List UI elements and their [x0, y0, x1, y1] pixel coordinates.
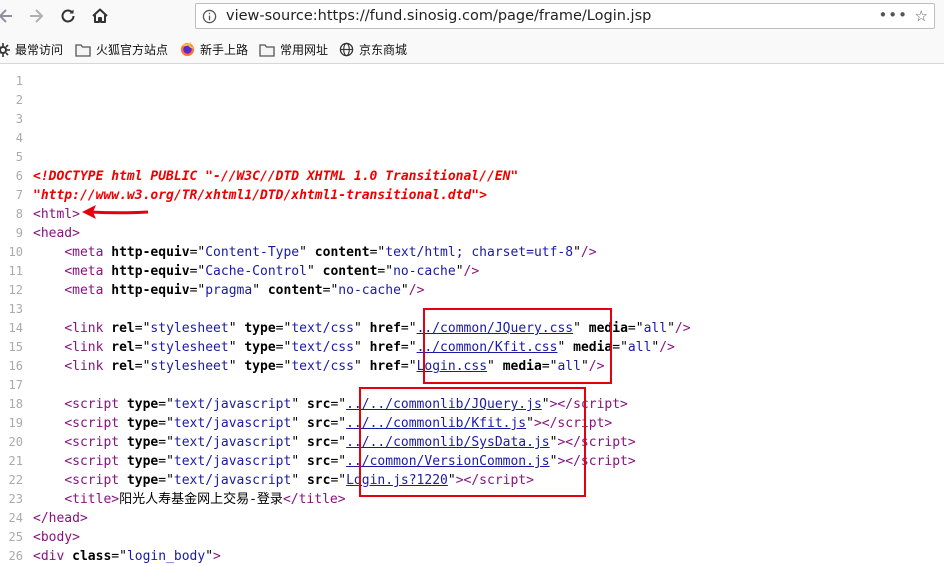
line-number: 21 — [8, 454, 23, 468]
bookmark-label: 京东商城 — [359, 43, 408, 57]
head-close-tag: </head> — [33, 511, 88, 526]
attr-value: Content-Type — [205, 245, 300, 260]
line-number: 12 — [8, 283, 23, 297]
bookmark-label: 常用网址 — [280, 43, 329, 57]
bookmark-firefox-site[interactable]: 火狐官方站点 — [75, 41, 168, 58]
line-number: 15 — [8, 340, 23, 354]
line-number: 1 — [15, 74, 23, 88]
attr-value: stylesheet — [150, 321, 229, 336]
attr-value: text/css — [291, 321, 354, 336]
line-number: 19 — [8, 416, 23, 430]
attr-value: no-cache — [338, 283, 401, 298]
line-number: 22 — [8, 473, 23, 487]
attr-value: text/javascript — [173, 435, 292, 450]
attr-value: pragma — [205, 283, 253, 298]
line-number: 13 — [8, 302, 23, 316]
doctype-text: <!DOCTYPE html PUBLIC "-//W3C//DTD XHTML… — [33, 169, 519, 184]
line-number: 11 — [8, 264, 23, 278]
bookmark-star-icon[interactable]: ☆ — [915, 7, 928, 25]
folder-icon — [75, 43, 91, 57]
forward-arrow-icon — [30, 9, 44, 23]
forward-button[interactable] — [24, 4, 48, 28]
source-line: 23 <title>阳光人寿基金网上交易-登录</title> — [0, 490, 346, 509]
home-icon — [92, 8, 108, 23]
line-number: 16 — [8, 359, 23, 373]
source-line: 8 <html> — [0, 205, 80, 224]
line-number: 4 — [15, 131, 23, 145]
line-number: 8 — [15, 207, 23, 221]
line-number: 2 — [15, 93, 23, 107]
attr-value: text/css — [291, 359, 354, 374]
attr-value: text/javascript — [173, 397, 292, 412]
line-number: 6 — [15, 169, 23, 183]
attr-value: all — [643, 321, 668, 336]
title-text: 阳光人寿基金网上交易-登录 — [119, 492, 283, 507]
attr-value: stylesheet — [150, 359, 229, 374]
doctype-text: "http://www.w3.org/TR/xhtml1/DTD/xhtml1-… — [33, 188, 487, 203]
firefox-icon — [180, 42, 195, 57]
bookmark-jd[interactable]: 京东商城 — [339, 41, 407, 58]
line-number: 5 — [15, 150, 23, 164]
bookmark-label: 火狐官方站点 — [96, 43, 169, 57]
browser-toolbar: view-source:https://fund.sinosig.com/pag… — [0, 0, 944, 34]
source-line: 11 <meta http-equiv="Cache-Control" cont… — [0, 262, 480, 281]
line-number: 24 — [8, 511, 23, 525]
attr-value: Cache-Control — [205, 264, 307, 279]
line-number: 26 — [8, 549, 23, 563]
reload-icon — [61, 9, 75, 23]
source-line: 24 </head> — [0, 509, 88, 528]
attr-value: no-cache — [393, 264, 456, 279]
bookmarks-toolbar: 最常访问 火狐官方站点 新手上路 常用网址 京东商城 — [0, 34, 944, 64]
attr-value: all — [627, 340, 652, 355]
attr-value: text/html; charset=utf-8 — [385, 245, 574, 260]
source-line: 26 <div class="login_body"> — [0, 547, 221, 566]
page-actions-icon[interactable]: ••• — [878, 6, 908, 24]
attr-value: text/javascript — [173, 416, 292, 431]
line-number: 14 — [8, 321, 23, 335]
attr-value: login_body — [126, 549, 206, 564]
bookmark-most-visited[interactable]: 最常访问 — [0, 41, 63, 58]
source-line: 25 <body> — [0, 528, 80, 547]
gear-icon — [0, 42, 10, 57]
source-line: 7 "http://www.w3.org/TR/xhtml1/DTD/xhtml1… — [0, 186, 487, 205]
attr-value: text/css — [291, 340, 354, 355]
annotation-arrow-icon — [82, 205, 149, 219]
reload-button[interactable] — [56, 4, 80, 28]
url-text[interactable]: view-source:https://fund.sinosig.com/pag… — [226, 8, 651, 24]
attr-value: stylesheet — [150, 340, 229, 355]
home-button[interactable] — [88, 4, 112, 28]
line-number: 18 — [8, 397, 23, 411]
source-line: 10 <meta http-equiv="Content-Type" conte… — [0, 243, 597, 262]
line-number: 7 — [15, 188, 23, 202]
head-tag: <head> — [33, 226, 80, 241]
line-number: 25 — [8, 530, 23, 544]
bookmark-common-sites[interactable]: 常用网址 — [259, 41, 328, 58]
line-number: 23 — [8, 492, 23, 506]
source-view: 1 2 3 4 5 6 <!DOCTYPE html PUBLIC "-//W3C… — [0, 64, 944, 564]
body-tag: <body> — [33, 530, 80, 545]
line-number: 3 — [15, 112, 23, 126]
source-line: 9 <head> — [0, 224, 80, 243]
bookmark-label: 新手上路 — [200, 43, 249, 57]
html-tag: <html> — [33, 207, 80, 222]
source-line: 12 <meta http-equiv="pragma" content="no… — [0, 281, 425, 300]
globe-icon — [339, 42, 354, 57]
folder-icon — [259, 43, 275, 57]
line-number: 10 — [8, 245, 23, 259]
back-button[interactable] — [0, 4, 18, 28]
line-number: 17 — [8, 378, 23, 392]
annotation-box-css — [423, 308, 612, 384]
info-icon[interactable] — [202, 9, 217, 28]
line-number: 20 — [8, 435, 23, 449]
address-bar[interactable]: view-source:https://fund.sinosig.com/pag… — [195, 3, 935, 29]
bookmark-label: 最常访问 — [15, 43, 64, 57]
source-line: 6 <!DOCTYPE html PUBLIC "-//W3C//DTD XHTM… — [0, 167, 519, 186]
attr-value: text/javascript — [173, 473, 292, 488]
bookmark-getting-started[interactable]: 新手上路 — [180, 41, 248, 58]
annotation-box-js — [359, 387, 586, 497]
line-number: 9 — [15, 226, 23, 240]
back-arrow-icon — [0, 9, 12, 23]
attr-value: text/javascript — [173, 454, 292, 469]
